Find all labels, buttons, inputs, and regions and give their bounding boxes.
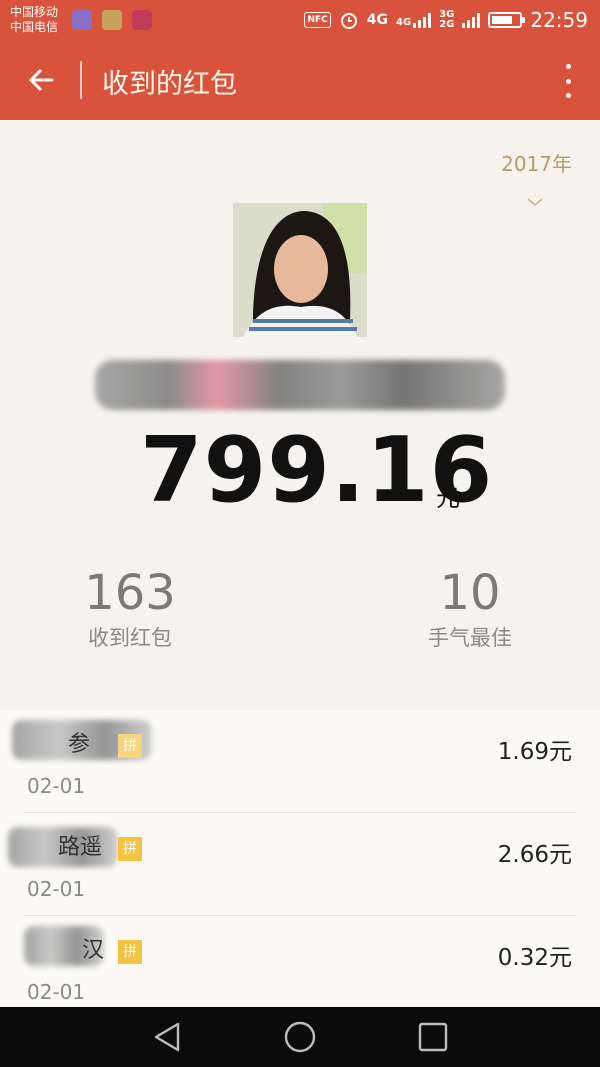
carrier-label-2: 中国电信 (10, 20, 59, 34)
year-selector[interactable]: 2017年 (501, 148, 572, 177)
network-3g2g-label: 3G 2G (439, 10, 454, 30)
list-item[interactable]: 路遥 拼 02-01 2.66元 (0, 813, 600, 916)
group-badge: 拼 (118, 940, 142, 964)
status-bar: 中国移动 中国电信 NFC 4G 4G 3G 2G 22:59 (0, 0, 600, 40)
list-item[interactable]: 参 拼 02-01 1.69元 (0, 710, 600, 813)
battery-level (492, 16, 512, 24)
best-luck-stat: 10 手气最佳 (410, 566, 530, 652)
avatar-image (233, 203, 367, 337)
notification-icon-1 (72, 10, 92, 30)
record-amount: 2.66元 (497, 842, 572, 868)
sender-name: 路遥 (58, 835, 103, 860)
group-badge: 拼 (118, 734, 142, 758)
clock: 22:59 (530, 8, 588, 32)
sender-name: 参 (68, 732, 91, 757)
network-2g-label: 2G (439, 19, 455, 30)
received-count-stat: 163 收到红包 (70, 566, 190, 652)
record-list: 参 拼 02-01 1.69元 路遥 拼 02-01 2.66元 汉 拼 02-… (0, 710, 600, 1007)
navigation-bar (0, 1007, 600, 1067)
received-count-label: 收到红包 (88, 626, 172, 650)
title-bar: 收到的红包 (0, 40, 600, 120)
avatar (233, 203, 367, 337)
sender-name: 汉 (82, 938, 105, 963)
total-amount-unit: 元 (436, 484, 460, 512)
network-4g-label: 4G (366, 12, 389, 28)
group-badge: 拼 (118, 837, 142, 861)
carrier-label-1: 中国移动 (10, 5, 59, 19)
arrow-left-icon[interactable] (22, 60, 62, 100)
carrier-info: 中国移动 中国电信 (10, 5, 58, 35)
record-date: 02-01 (27, 774, 86, 798)
list-item[interactable]: 汉 拼 02-01 0.32元 (0, 916, 600, 1019)
network-4g-small-label: 4G (396, 17, 412, 28)
title-divider (80, 61, 82, 99)
chevron-down-icon[interactable] (526, 196, 544, 208)
received-count-value: 163 (84, 565, 176, 621)
notification-icon-2 (102, 10, 122, 30)
nav-home-icon[interactable] (282, 1020, 318, 1054)
nav-recents-icon[interactable] (415, 1020, 451, 1054)
record-amount: 1.69元 (497, 739, 572, 765)
signal-bars-icon: 4G (396, 12, 432, 28)
system-indicators: NFC 4G 4G 3G 2G 22:59 (304, 8, 588, 32)
nfc-icon: NFC (304, 12, 331, 28)
record-amount: 0.32元 (497, 945, 572, 971)
notification-icon-3 (132, 10, 152, 30)
more-vertical-icon[interactable] (564, 64, 572, 98)
nav-back-icon[interactable] (150, 1020, 186, 1054)
page-title: 收到的红包 (102, 69, 237, 100)
sender-name-redacted (95, 360, 505, 410)
record-date: 02-01 (27, 877, 86, 901)
battery-icon (488, 12, 526, 28)
record-date: 02-01 (27, 980, 86, 1004)
alarm-icon (340, 13, 357, 29)
signal-bars-2-icon (462, 12, 481, 28)
best-luck-value: 10 (439, 565, 501, 621)
best-luck-label: 手气最佳 (428, 626, 512, 650)
